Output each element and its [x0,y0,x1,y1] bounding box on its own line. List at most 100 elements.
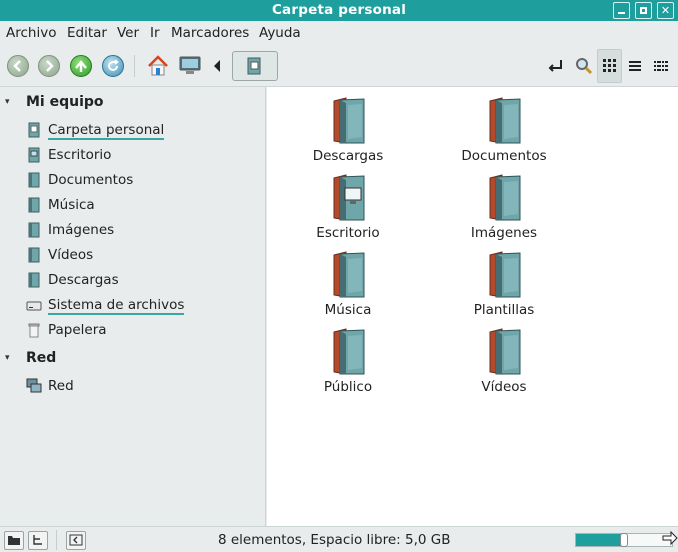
back-icon[interactable] [7,55,29,77]
status-text: 8 elementos, Espacio libre: 5,0 GB [218,532,451,548]
search-icon[interactable] [574,56,594,76]
icon-view-button[interactable] [597,49,622,83]
folder-icon [28,172,40,188]
zoom-fill [576,534,624,546]
compact-view-icon[interactable] [653,58,669,74]
folder-icon [8,536,20,545]
file-item[interactable]: Plantillas [439,245,569,318]
toolbar-separator [134,55,135,77]
file-item[interactable]: Público [283,322,413,395]
sidebar-item-papelera[interactable]: Papelera [26,320,256,342]
menu-ver[interactable]: Ver [117,25,139,41]
sidebar-item-descargas[interactable]: Descargas [26,270,256,292]
toolbar [0,45,678,87]
sidebar-item-red[interactable]: Red [26,376,256,398]
sidebar-item-label: Música [48,197,95,213]
menu-ayuda[interactable]: Ayuda [259,25,301,41]
file-item[interactable]: Vídeos [439,322,569,395]
file-item[interactable]: Imágenes [439,168,569,241]
folder-icon [28,247,40,263]
zoom-knob[interactable] [620,533,628,547]
sidebar-toggle-icon [69,534,83,546]
folder-icon [330,251,370,299]
folder-icon [486,174,526,222]
menu-editar[interactable]: Editar [67,25,107,41]
folder-icon [28,197,40,213]
maximize-button[interactable] [635,2,652,19]
file-item[interactable]: Música [283,245,413,318]
sidebar-item-videos[interactable]: Vídeos [26,245,256,267]
sidebar-item-label: Documentos [48,172,134,188]
tree-icon [33,535,42,545]
folder-icon [28,222,40,238]
expander-icon[interactable]: ▾ [5,353,10,363]
file-item[interactable]: Documentos [439,91,569,164]
close-button[interactable]: ✕ [657,2,674,19]
network-icon [26,378,42,393]
folder-icon [486,97,526,145]
sidebar-item-label: Escritorio [48,147,112,163]
file-label: Público [323,379,373,395]
icon-view-icon [603,59,616,72]
computer-icon[interactable] [178,54,202,78]
sidebar: ▾ Mi equipo Carpeta personal Escritorio … [0,87,266,526]
desktop-folder-icon [330,174,370,222]
status-separator [56,530,57,550]
list-view-icon[interactable] [627,58,643,74]
sidebar-item-label: Imágenes [48,222,115,238]
path-home-button[interactable] [232,51,278,81]
sidebar-item-imagenes[interactable]: Imágenes [26,220,256,242]
sidebar-item-label: Carpeta personal [48,122,165,140]
file-label: Imágenes [470,225,538,241]
file-view[interactable]: Descargas Documentos Escritorio Imágenes Mús… [267,87,678,526]
folder-icon [486,328,526,376]
desktop-folder-icon [28,147,40,163]
drive-icon [26,301,42,311]
sidebar-item-documentos[interactable]: Documentos [26,170,256,192]
folder-icon [486,251,526,299]
menu-archivo[interactable]: Archivo [6,25,56,41]
path-prev-icon[interactable] [212,58,222,74]
expander-icon[interactable]: ▾ [5,97,10,107]
reload-icon[interactable] [102,55,124,77]
title-bar: Carpeta personal ✕ [0,0,678,21]
trash-icon [28,323,40,338]
sidebar-item-label: Papelera [48,322,107,338]
pointer-icon [662,530,678,546]
file-item[interactable]: Descargas [283,91,413,164]
file-label: Plantillas [473,302,535,318]
home-icon[interactable] [146,54,170,78]
sidebar-item-label: Sistema de archivos [48,297,185,315]
file-label: Escritorio [316,225,380,241]
show-tree-button[interactable] [28,531,48,550]
file-label: Documentos [461,148,547,164]
sidebar-section-red: Red [26,350,57,366]
menu-ir[interactable]: Ir [150,25,160,41]
sidebar-item-sistema-de-archivos[interactable]: Sistema de archivos [26,295,256,317]
folder-icon [330,97,370,145]
sidebar-item-label: Descargas [48,272,119,288]
status-bar: 8 elementos, Espacio libre: 5,0 GB [0,526,678,552]
file-label: Vídeos [481,379,527,395]
sidebar-item-carpeta-personal[interactable]: Carpeta personal [26,120,256,142]
folder-icon [28,272,40,288]
sidebar-item-label: Vídeos [48,247,94,263]
up-icon[interactable] [70,55,92,77]
sidebar-item-label: Red [48,378,74,394]
file-item[interactable]: Escritorio [283,168,413,241]
menu-marcadores[interactable]: Marcadores [171,25,249,41]
window-title: Carpeta personal [271,2,407,18]
sidebar-section-mi-equipo: Mi equipo [26,94,104,110]
hide-sidebar-button[interactable] [66,531,86,550]
path-icon[interactable] [547,58,565,74]
minimize-button[interactable] [613,2,630,19]
home-folder-icon [247,57,261,75]
home-folder-icon [28,122,40,138]
sidebar-item-escritorio[interactable]: Escritorio [26,145,256,167]
zoom-slider[interactable] [575,533,673,547]
file-label: Descargas [312,148,384,164]
show-places-button[interactable] [4,531,24,550]
forward-icon[interactable] [38,55,60,77]
folder-icon [330,328,370,376]
sidebar-item-musica[interactable]: Música [26,195,256,217]
